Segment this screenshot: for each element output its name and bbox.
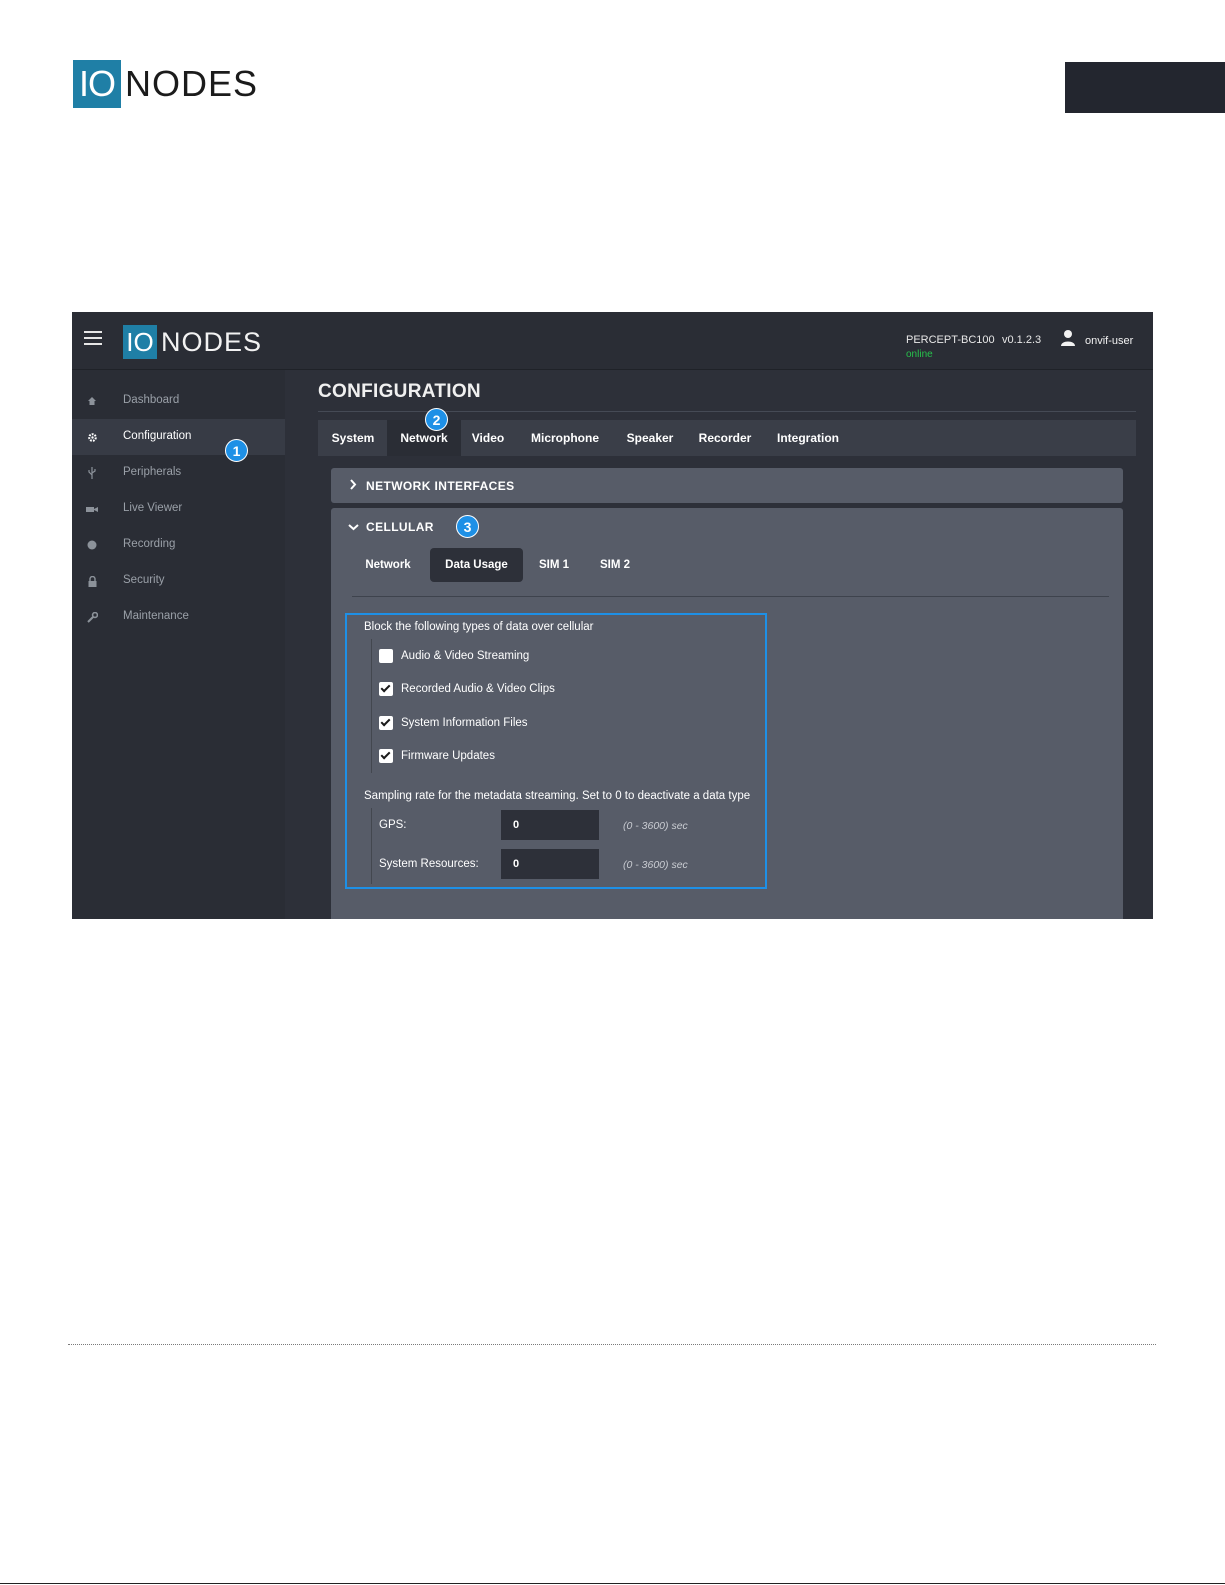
checkbox-label: Firmware Updates	[401, 750, 495, 762]
top-bar: IO NODES PERCEPT-BC100 online v0.1.2.3 o…	[72, 312, 1153, 370]
checkbox-audio-video-streaming[interactable]: Audio & Video Streaming	[379, 648, 529, 664]
tab-speaker[interactable]: Speaker	[615, 420, 685, 456]
user-icon[interactable]	[1060, 329, 1076, 347]
subtab-data-usage[interactable]: Data Usage	[430, 548, 523, 582]
sidebar-item-label: Peripherals	[123, 466, 182, 478]
checkmark-icon	[380, 716, 391, 727]
page-bottom-rule	[0, 1583, 1225, 1584]
subtab-sim-2[interactable]: SIM 2	[589, 548, 641, 582]
data-usage-highlight: Block the following types of data over c…	[345, 613, 767, 889]
sidebar-item-label: Configuration	[123, 430, 192, 442]
camera-icon	[86, 503, 98, 515]
sidebar-item-label: Security	[123, 574, 165, 586]
checkmark-icon	[380, 682, 391, 693]
checkbox-firmware-updates[interactable]: Firmware Updates	[379, 748, 495, 764]
sidebar-item-label: Maintenance	[123, 610, 189, 622]
sidebar-item-recording[interactable]: Recording	[72, 527, 285, 563]
tab-recorder[interactable]: Recorder	[688, 420, 762, 456]
tab-integration[interactable]: Integration	[768, 420, 848, 456]
system-resources-label: System Resources:	[379, 858, 479, 870]
sidebar-item-label: Live Viewer	[123, 502, 183, 514]
sidebar-item-label: Dashboard	[123, 394, 180, 406]
usb-icon	[86, 467, 98, 479]
logo-wordmark: NODES	[125, 63, 259, 104]
gear-icon	[86, 431, 98, 443]
gps-label: GPS:	[379, 819, 407, 831]
system-resources-range-hint: (0 - 3600) sec	[623, 859, 688, 871]
checkmark-icon	[380, 749, 391, 760]
checkbox-box[interactable]	[379, 716, 393, 730]
checkbox-box[interactable]	[379, 682, 393, 696]
system-resources-input[interactable]	[501, 849, 599, 879]
network-interfaces-title: NETWORK INTERFACES	[366, 479, 515, 493]
checkbox-system-information-files[interactable]: System Information Files	[379, 715, 528, 731]
tab-network[interactable]: Network	[387, 420, 461, 456]
main-content: CONFIGURATION System Network Video Micro…	[285, 370, 1153, 919]
subtab-divider	[352, 596, 1109, 597]
device-status: online	[906, 349, 933, 360]
checkbox-label: Audio & Video Streaming	[401, 650, 530, 662]
gps-range-hint: (0 - 3600) sec	[623, 820, 688, 832]
home-icon	[86, 395, 98, 407]
record-icon	[86, 539, 98, 551]
sidebar-item-maintenance[interactable]: Maintenance	[72, 599, 285, 635]
sidebar-item-configuration[interactable]: Configuration	[72, 419, 285, 455]
subtab-sim-1[interactable]: SIM 1	[529, 548, 579, 582]
subtab-network[interactable]: Network	[351, 548, 425, 582]
device-name: PERCEPT-BC100	[906, 334, 995, 346]
tab-microphone[interactable]: Microphone	[520, 420, 610, 456]
callout-badge-1: 1	[225, 439, 248, 462]
tab-video[interactable]: Video	[463, 420, 513, 456]
cellular-panel: CELLULAR 3 Network Data Usage SIM 1 SIM …	[331, 508, 1123, 919]
sidebar-item-dashboard[interactable]: Dashboard	[72, 383, 285, 419]
logo-io-mark: IO	[73, 60, 121, 108]
footer-divider	[68, 1344, 1156, 1345]
wrench-icon	[86, 611, 98, 623]
block-group-bar	[371, 639, 372, 773]
sidebar-item-peripherals[interactable]: Peripherals	[72, 455, 285, 491]
sampling-group-bar	[371, 808, 372, 884]
sidebar-item-live-viewer[interactable]: Live Viewer	[72, 491, 285, 527]
page-title: CONFIGURATION	[318, 381, 481, 402]
network-interfaces-panel[interactable]: NETWORK INTERFACES	[331, 468, 1123, 503]
checkbox-recorded-clips[interactable]: Recorded Audio & Video Clips	[379, 681, 555, 697]
app-logo-wordmark: NODES	[161, 326, 263, 357]
tab-system[interactable]: System	[320, 420, 386, 456]
user-menu[interactable]: onvif-user	[1085, 335, 1133, 347]
gps-input[interactable]	[501, 810, 599, 840]
chevron-down-icon[interactable]	[348, 520, 359, 534]
app-window: IO NODES PERCEPT-BC100 online v0.1.2.3 o…	[72, 312, 1153, 919]
block-data-label: Block the following types of data over c…	[364, 621, 594, 633]
app-logo-io-mark: IO	[123, 325, 157, 359]
hamburger-menu-icon[interactable]	[84, 331, 102, 345]
callout-badge-3: 3	[456, 515, 479, 538]
firmware-version: v0.1.2.3	[1002, 334, 1042, 346]
sidebar: Dashboard Configuration Peripherals Live…	[72, 370, 285, 919]
sampling-rate-label: Sampling rate for the metadata streaming…	[364, 790, 751, 802]
checkbox-label: Recorded Audio & Video Clips	[401, 683, 555, 695]
chevron-right-icon	[349, 479, 357, 493]
app-logo[interactable]: IO NODES	[123, 325, 262, 359]
checkbox-label: System Information Files	[401, 717, 528, 729]
sidebar-item-security[interactable]: Security	[72, 563, 285, 599]
lock-icon	[86, 575, 98, 587]
callout-badge-2: 2	[425, 408, 448, 431]
checkbox-box[interactable]	[379, 749, 393, 763]
document-logo: IO NODES	[73, 60, 258, 108]
header-corner-block	[1065, 62, 1225, 113]
checkbox-box[interactable]	[379, 649, 393, 663]
cellular-title[interactable]: CELLULAR	[366, 520, 434, 534]
sidebar-item-label: Recording	[123, 538, 176, 550]
